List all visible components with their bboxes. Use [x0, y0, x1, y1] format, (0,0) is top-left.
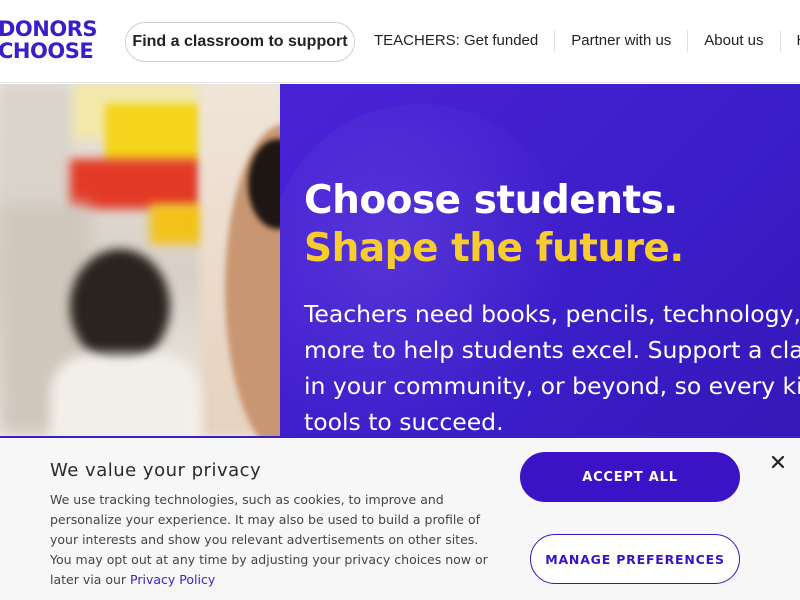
- manage-preferences-button[interactable]: MANAGE PREFERENCES: [530, 534, 740, 584]
- privacy-banner: We value your privacy We use tracking te…: [0, 436, 800, 600]
- nav-item-partner[interactable]: Partner with us: [555, 30, 689, 52]
- site-header: DONORS CHOOSE Find a classroom to suppor…: [0, 0, 800, 83]
- logo-line-2: CHOOSE: [0, 39, 94, 63]
- hero-description-line: Teachers need books, pencils, technology…: [304, 300, 800, 328]
- privacy-text: We use tracking technologies, such as co…: [50, 490, 488, 590]
- accept-all-button[interactable]: ACCEPT ALL: [520, 452, 740, 502]
- privacy-text-last-line: later via our Privacy Policy: [50, 570, 480, 590]
- find-classroom-button[interactable]: Find a classroom to support: [125, 22, 355, 62]
- privacy-text-line: personalize your experience. It may also…: [50, 512, 481, 527]
- privacy-policy-link[interactable]: Privacy Policy: [130, 572, 215, 587]
- privacy-title: We value your privacy: [50, 460, 262, 481]
- logo-line-1: DONORS: [0, 17, 98, 41]
- privacy-text-prefix: later via our: [50, 572, 131, 587]
- privacy-text-line: You may opt out at any time by adjusting…: [50, 552, 488, 567]
- hero-description: Teachers need books, pencils, technology…: [304, 296, 800, 440]
- hero-description-line: more to help students excel. Support a c…: [304, 336, 800, 364]
- main-nav: TEACHERS: Get funded Partner with us Abo…: [358, 30, 800, 52]
- privacy-text-line: We use tracking technologies, such as co…: [50, 492, 444, 507]
- close-icon[interactable]: [768, 452, 788, 472]
- hero-description-line: tools to succeed.: [304, 408, 504, 436]
- nav-item-help[interactable]: Help: [781, 30, 800, 52]
- donorschoose-logo[interactable]: DONORS CHOOSE: [0, 18, 110, 62]
- hero-classroom-photo: [0, 84, 280, 436]
- hero-subheadline: Shape the future.: [304, 226, 684, 271]
- nav-item-about[interactable]: About us: [688, 30, 781, 52]
- hero-headline: Choose students.: [304, 178, 678, 223]
- nav-item-teachers[interactable]: TEACHERS: Get funded: [358, 30, 556, 52]
- privacy-text-line: your interests and show you relevant adv…: [50, 532, 479, 547]
- hero-description-line: in your community, or beyond, so every k…: [304, 372, 800, 400]
